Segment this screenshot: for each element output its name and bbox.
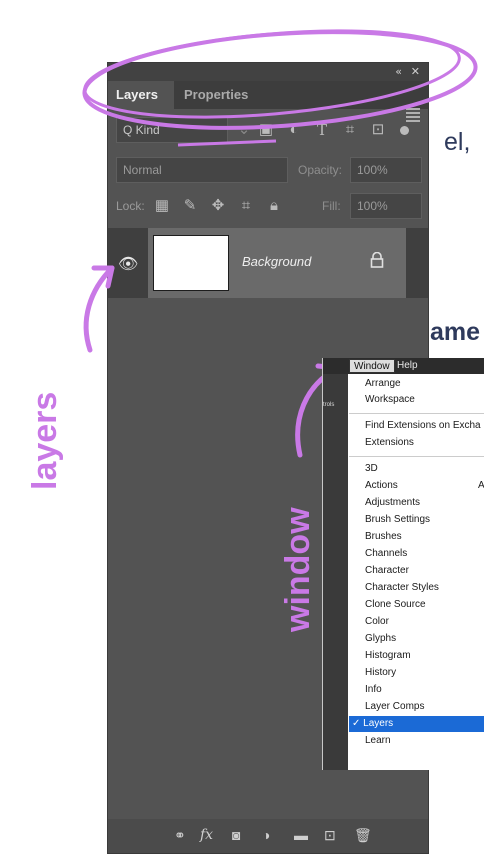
menu-item-brushes[interactable]: Brushes [365,531,402,542]
blend-mode-select[interactable]: Normal [116,157,288,183]
menu-item-glyphs[interactable]: Glyphs [365,633,396,644]
filter-row: Q Kind ⌄ ▣ ◐ T ⌗ ⊡ [116,117,420,145]
lock-icon [370,252,384,268]
close-panel-button[interactable]: ✕ [411,65,420,78]
opacity-field[interactable]: 100% [350,157,422,183]
lock-label: Lock: [116,199,145,213]
menu-item-extensions[interactable]: Extensions [365,437,414,448]
menu-item-info[interactable]: Info [365,684,382,695]
adjustment-icon[interactable]: ◑ [262,827,270,843]
mask-icon[interactable]: ◙ [232,827,240,843]
menu-item-layer-comps[interactable]: Layer Comps [365,701,424,712]
menu-item-arrange[interactable]: Arrange [365,378,401,389]
lock-image-pixels-icon[interactable]: ✎ [180,193,200,219]
fill-label: Fill: [322,199,341,213]
trash-icon[interactable]: 🗑︎ [354,827,372,844]
shape-filter-icon[interactable]: ⌗ [340,117,360,143]
menu-item-actions[interactable]: Actions [365,480,398,491]
new-layer-icon[interactable]: ⊡ [324,827,336,844]
type-filter-icon[interactable]: T [312,117,332,143]
menu-bar: Window Help [323,358,484,374]
menu-item-history[interactable]: History [365,667,396,678]
menu-item-histogram[interactable]: Histogram [365,650,411,661]
annotation-window: window [279,507,317,632]
menu-item-character[interactable]: Character [365,565,409,576]
options-bar-fragment: trols [323,374,348,770]
fx-icon[interactable]: fx [200,827,213,843]
opacity-label: Opacity: [298,163,343,177]
menu-item-clone-source[interactable]: Clone Source [365,599,426,610]
layer-row-background[interactable]: 👁︎ Background [108,228,428,298]
fill-field[interactable]: 100% [350,193,422,219]
smart-object-filter-icon[interactable]: ⊡ [368,117,388,143]
blend-row: Normal Opacity: 100% [116,157,422,185]
folder-icon[interactable]: ▬ [294,827,308,843]
menu-item-layers[interactable]: ✓ Layers [349,716,484,732]
window-menu-screenshot: Window Help trols Arrange Workspace Find… [322,358,484,770]
layer-thumbnail [153,235,229,291]
menu-shortcut: A [478,480,484,491]
artboard-lock-icon[interactable]: ⌗ [236,193,256,219]
menu-item-brush-settings[interactable]: Brush Settings [365,514,430,525]
article-text-fragment: el, [444,128,471,156]
eye-icon[interactable]: 👁︎ [118,254,138,274]
collapse-panel-button[interactable]: « [395,65,402,78]
menu-item-color[interactable]: Color [365,616,389,627]
layers-bottom-toolbar: ⚭ fx ◙ ◑ ▬ ⊡ 🗑︎ [108,819,428,853]
menu-help[interactable]: Help [397,359,418,373]
menu-separator [349,413,484,414]
link-icon[interactable]: ⚭ [174,827,186,844]
image-filter-icon[interactable]: ▣ [256,117,276,143]
menu-window[interactable]: Window [349,359,395,373]
panel-title-bar: « ✕ [108,63,428,81]
tab-properties[interactable]: Properties [176,81,256,109]
menu-item-adjustments[interactable]: Adjustments [365,497,420,508]
adjustment-filter-icon[interactable]: ◐ [284,117,304,143]
filter-kind-select[interactable]: Q Kind [116,117,228,143]
lock-position-icon[interactable]: ✥ [208,193,228,219]
annotation-layers: layers [26,391,64,490]
menu-item-3d[interactable]: 3D [365,463,378,474]
layer-name[interactable]: Background [242,254,311,269]
lock-transparent-pixels-icon[interactable]: ▦ [152,193,172,219]
lock-row: Lock: ▦ ✎ ✥ ⌗ 🔒︎ Fill: 100% [116,193,422,221]
panel-tabs: Layers Properties [108,81,428,122]
menu-item-workspace[interactable]: Workspace [365,394,415,405]
chevron-down-icon: ⌄ [237,121,251,138]
article-text-fragment: ame [430,318,481,346]
menu-item-learn[interactable]: Learn [365,735,391,746]
lock-all-icon[interactable]: 🔒︎ [264,193,284,219]
menu-item-channels[interactable]: Channels [365,548,407,559]
tab-layers[interactable]: Layers [108,81,174,109]
menu-separator [349,456,484,457]
menu-item-character-styles[interactable]: Character Styles [365,582,439,593]
filter-toggle-icon[interactable] [400,126,409,135]
menu-item-find-extensions[interactable]: Find Extensions on Excha [365,420,481,431]
